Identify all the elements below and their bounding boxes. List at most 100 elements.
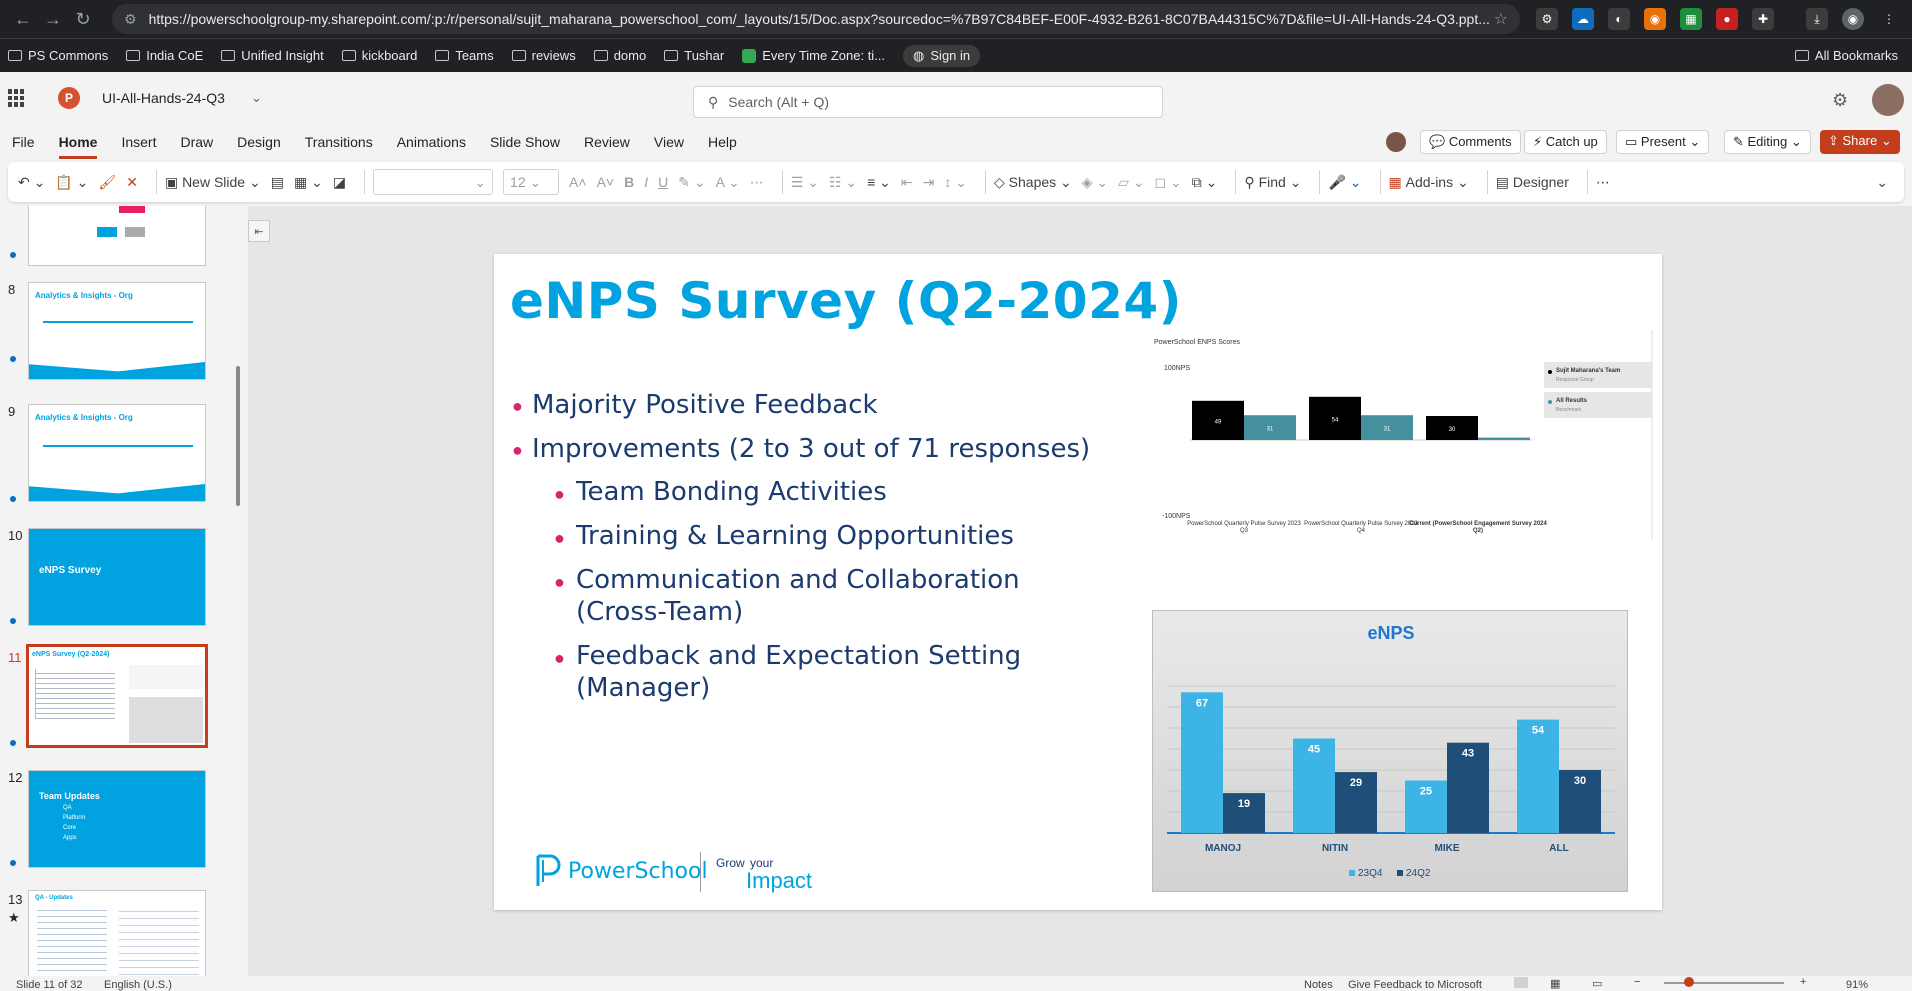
bookmark-star-icon[interactable]: ☆	[1494, 9, 1508, 29]
user-avatar[interactable]	[1872, 84, 1904, 116]
slide-thumbnail[interactable]: eNPS Survey	[28, 528, 206, 626]
menu-review[interactable]: Review	[584, 134, 630, 150]
file-name[interactable]: UI-All-Hands-24-Q3	[102, 90, 225, 106]
italic-icon[interactable]: I	[644, 174, 648, 190]
enps-scores-chart[interactable]: PowerSchool ENPS Scores 100NPS -100NPS 49 31…	[1154, 330, 1656, 540]
rss-icon[interactable]: ◉	[1644, 8, 1666, 30]
bookmark-item[interactable]: Teams	[435, 48, 494, 63]
bookmark-item[interactable]: Every Time Zone: ti...	[742, 48, 885, 63]
bullets-icon[interactable]: ☰ ⌄	[791, 174, 819, 191]
bookmark-item[interactable]: ◍ Sign in	[903, 44, 981, 67]
forward-icon[interactable]: →	[38, 4, 68, 34]
designer-button[interactable]: ▤ Designer	[1496, 174, 1569, 191]
menu-home[interactable]: Home	[58, 134, 98, 159]
sub-bullet-text[interactable]: Feedback and Expectation Setting (Manage…	[576, 640, 1056, 704]
search-box[interactable]: ⚲ Search (Alt + Q)	[693, 86, 1163, 118]
shape-outline-icon[interactable]: ▱ ⌄	[1118, 174, 1144, 191]
chevron-down-icon[interactable]: ⌄	[251, 90, 262, 106]
bookmark-item[interactable]: reviews	[511, 48, 576, 63]
all-bookmarks[interactable]: All Bookmarks	[1794, 48, 1898, 63]
collapse-ribbon-icon[interactable]: ⌄	[1876, 174, 1888, 191]
menu-draw[interactable]: Draw	[180, 134, 213, 150]
undo-icon[interactable]: ↶ ⌄	[18, 174, 45, 191]
bullet-text[interactable]: Majority Positive Feedback	[532, 390, 878, 420]
expand-pane-icon[interactable]: ⇤	[248, 220, 270, 242]
address-bar[interactable]: ⚙ https://powerschoolgroup-my.sharepoint…	[112, 4, 1520, 34]
bold-icon[interactable]: B	[624, 174, 634, 190]
more-font-icon[interactable]: ⋯	[750, 174, 764, 191]
bullet-text[interactable]: Improvements (2 to 3 out of 71 responses…	[532, 434, 1090, 464]
site-info-icon[interactable]: ⚙	[124, 11, 137, 28]
sub-bullet-text[interactable]: Training & Learning Opportunities	[576, 520, 1116, 552]
extension-icon[interactable]: ●	[1716, 8, 1738, 30]
menu-file[interactable]: File	[12, 134, 35, 150]
font-family-select[interactable]: ⌄	[373, 169, 494, 195]
menu-transitions[interactable]: Transitions	[305, 134, 373, 150]
paste-icon[interactable]: 📋 ⌄	[55, 174, 88, 191]
slide-thumbnail[interactable]	[28, 206, 206, 266]
bookmark-item[interactable]: kickboard	[341, 48, 417, 63]
underline-icon[interactable]: U	[658, 174, 668, 190]
sorter-view-icon[interactable]: ▦	[1550, 977, 1560, 990]
bookmark-item[interactable]: domo	[593, 48, 646, 63]
more-icon[interactable]: ⋮	[1878, 8, 1900, 30]
bookmark-item[interactable]: PS Commons	[8, 48, 108, 63]
menu-design[interactable]: Design	[237, 134, 281, 150]
zoom-level[interactable]: 91%	[1846, 979, 1868, 991]
zoom-slider-thumb[interactable]	[1684, 977, 1694, 987]
normal-view-icon[interactable]	[1514, 977, 1528, 988]
format-painter-icon[interactable]: 🖌	[98, 174, 116, 191]
menu-insert[interactable]: Insert	[121, 134, 156, 150]
more-options-icon[interactable]: ⋯	[1596, 174, 1610, 191]
profile-avatar[interactable]: ◉	[1842, 8, 1864, 30]
delete-icon[interactable]: ✕	[126, 174, 138, 191]
zoom-in-icon[interactable]: +	[1800, 976, 1806, 988]
menu-animations[interactable]: Animations	[397, 134, 466, 150]
slide-thumbnail[interactable]: QA - Updates	[28, 890, 206, 976]
shrink-font-icon[interactable]: A˅	[597, 174, 615, 190]
slide-thumbnail[interactable]: Analytics & Insights - Org	[28, 404, 206, 502]
shape-fill-icon[interactable]: ◈ ⌄	[1082, 174, 1108, 191]
onedrive-icon[interactable]: ☁	[1572, 8, 1594, 30]
settings-icon[interactable]: ⚙	[1832, 90, 1848, 111]
shape-effects-icon[interactable]: ◻ ⌄	[1155, 174, 1182, 191]
zoom-out-icon[interactable]: −	[1634, 976, 1640, 988]
arrange-icon[interactable]: ⧉ ⌄	[1192, 174, 1218, 191]
catchup-button[interactable]: ⚡ Catch up	[1524, 130, 1607, 154]
decrease-indent-icon[interactable]: ⇤	[901, 174, 913, 191]
reading-view-icon[interactable]: ▭	[1592, 977, 1602, 990]
grow-font-icon[interactable]: A˄	[569, 174, 587, 190]
reuse-slides-icon[interactable]: ▤	[271, 174, 284, 191]
presenter-avatar[interactable]	[1386, 132, 1406, 152]
background-icon[interactable]: ◪	[333, 174, 346, 191]
increase-indent-icon[interactable]: ⇥	[923, 174, 935, 191]
bookmark-item[interactable]: India CoE	[126, 48, 203, 63]
puzzle-icon[interactable]: ✚	[1752, 8, 1774, 30]
font-color-icon[interactable]: A ⌄	[716, 174, 740, 191]
menu-slideshow[interactable]: Slide Show	[490, 134, 560, 150]
slide-thumbnail[interactable]: Analytics & Insights - Org	[28, 282, 206, 380]
extension-icon[interactable]: ◐	[1608, 8, 1630, 30]
thumbnail-scrollbar[interactable]	[236, 366, 240, 506]
numbering-icon[interactable]: ☷ ⌄	[829, 174, 857, 191]
comments-button[interactable]: 💬 Comments	[1420, 130, 1521, 154]
line-spacing-icon[interactable]: ↕ ⌄	[944, 174, 967, 191]
reload-icon[interactable]: ↻	[68, 4, 98, 34]
dictate-icon[interactable]: 🎤 ⌄	[1328, 174, 1361, 191]
present-button[interactable]: ▭ Present ⌄	[1616, 130, 1710, 154]
editing-button[interactable]: ✎ Editing ⌄	[1724, 130, 1811, 154]
menu-view[interactable]: View	[654, 134, 684, 150]
align-icon[interactable]: ≡ ⌄	[867, 174, 891, 191]
addins-button[interactable]: ▦ Add-ins ⌄	[1389, 174, 1469, 191]
app-launcher-icon[interactable]	[8, 89, 26, 107]
notes-button[interactable]: Notes	[1304, 979, 1333, 991]
slide-thumbnail-selected[interactable]: eNPS Survey (Q2-2024)	[26, 644, 208, 748]
menu-help[interactable]: Help	[708, 134, 737, 150]
extension-icon[interactable]: ▦	[1680, 8, 1702, 30]
share-button[interactable]: ⇪ Share ⌄	[1820, 130, 1900, 154]
bookmark-item[interactable]: Tushar	[664, 48, 724, 63]
layout-icon[interactable]: ▦ ⌄	[294, 174, 323, 191]
highlight-icon[interactable]: ✎ ⌄	[678, 174, 705, 191]
new-slide-button[interactable]: ▣ New Slide ⌄	[165, 174, 261, 191]
sub-bullet-text[interactable]: Communication and Collaboration (Cross-T…	[576, 564, 1056, 628]
